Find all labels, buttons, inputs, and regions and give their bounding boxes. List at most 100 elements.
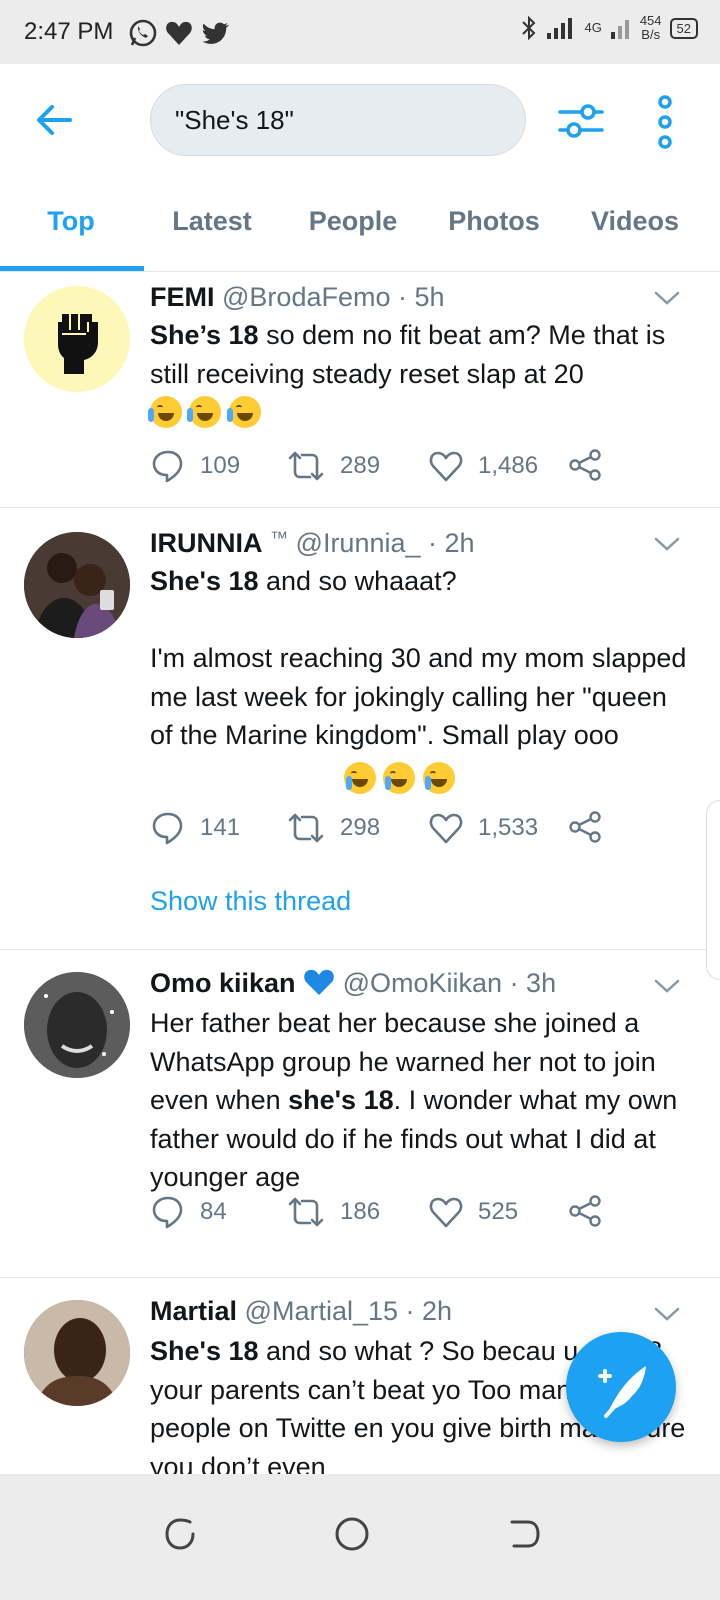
compose-feather-icon [598,1366,646,1418]
retweet-button[interactable]: 186 [286,1194,380,1230]
chevron-down-icon[interactable] [654,1306,680,1322]
reply-icon [152,450,183,483]
author-handle[interactable]: @Irunnia_ [296,528,421,558]
profile-photo-icon [24,972,130,1078]
network-speed: 454 B/s [640,14,662,42]
network-speed-value: 454 [639,13,662,28]
tab-latest[interactable]: Latest [142,184,282,272]
status-app-icons [128,18,230,48]
reply-count: 84 [200,1198,227,1225]
more-vertical-icon [658,95,672,149]
avatar[interactable] [24,972,130,1078]
tweet-time: · 2h [405,1296,453,1326]
author-handle[interactable]: @OmoKiikan [343,968,502,998]
highlight-text: She's 18 [150,1336,259,1366]
avatar[interactable] [24,532,130,638]
profile-photo-icon [24,532,130,638]
author-handle[interactable]: @Martial_15 [245,1296,398,1326]
retweet-icon [288,813,324,843]
share-icon [569,811,601,843]
search-tabs: Top Latest People Photos Videos [0,184,720,272]
retweet-button[interactable]: 289 [286,448,380,484]
retweet-icon [288,1197,324,1227]
search-input[interactable]: "She's 18" [150,84,526,156]
crying-emoji-icon [422,762,455,794]
home-circle-icon [335,1517,369,1551]
like-button[interactable]: 1,486 [428,448,538,484]
author-name[interactable]: Omo kiikan [150,968,296,998]
tab-photos[interactable]: Photos [424,184,564,272]
reply-button[interactable]: 109 [150,448,240,484]
tweet-header: IRUNNIA ™ @Irunnia_ · 2h [150,528,475,559]
status-time: 2:47 PM [24,18,114,45]
compose-tweet-button[interactable] [566,1332,676,1442]
profile-photo-icon [24,1300,130,1406]
tweet[interactable]: IRUNNIA ™ @Irunnia_ · 2h She's 18 and so… [0,508,720,950]
heart-outline-icon [429,1197,463,1228]
share-button[interactable] [568,1194,602,1228]
highlight-text: She's 18 [150,566,259,596]
avatar[interactable] [24,286,130,392]
tab-people[interactable]: People [282,184,424,272]
author-name[interactable]: FEMI [150,282,215,312]
whatsapp-icon [129,19,157,47]
tweet-actions: 109 289 1,486 [150,448,620,488]
retweet-button[interactable]: 298 [286,810,380,846]
signal-icon [547,18,573,39]
trademark-symbol: ™ [270,528,289,548]
search-filter-button[interactable] [556,96,606,146]
tab-videos[interactable]: Videos [564,184,706,272]
tweet-time: · 2h [428,528,475,558]
author-handle[interactable]: @BrodaFemo [222,282,390,312]
twitter-icon [202,22,229,44]
tweet[interactable]: FEMI @BrodaFemo · 5h She’s 18 so dem no … [0,272,720,508]
like-count: 1,486 [478,452,539,479]
status-bar: 2:47 PM 4G 454 B/s 52 [0,0,720,64]
emoji-row [148,396,264,429]
back-nav-button[interactable] [494,1504,554,1564]
status-indicators: 4G 454 B/s 52 [520,14,698,42]
more-options-button[interactable] [650,94,680,150]
recent-apps-button[interactable] [150,1504,210,1564]
tweet-header: Omo kiikan @OmoKiikan · 3h [150,968,556,999]
like-count: 525 [478,1198,519,1225]
like-count: 1,533 [478,814,539,841]
heart-outline-icon [429,813,463,844]
reply-icon [152,1196,183,1229]
scrollbar[interactable] [706,800,720,980]
system-navigation-bar [0,1474,720,1600]
heart-icon [166,21,192,45]
reply-button[interactable]: 141 [150,810,240,846]
like-button[interactable]: 525 [428,1194,518,1230]
tweet-time: · 3h [509,968,557,998]
like-button[interactable]: 1,533 [428,810,538,846]
tweet-header: FEMI @BrodaFemo · 5h [150,282,445,313]
battery-indicator: 52 [669,17,698,39]
show-thread-link[interactable]: Show this thread [150,886,351,917]
highlight-text: she's 18 [288,1085,394,1115]
share-button[interactable] [568,810,602,844]
tweet-feed[interactable]: FEMI @BrodaFemo · 5h She’s 18 so dem no … [0,272,720,1502]
reply-count: 141 [200,814,241,841]
share-icon [569,1195,601,1227]
tweet-actions: 141 298 1,533 [150,810,620,850]
tweet[interactable]: Omo kiikan @OmoKiikan · 3h Her father be… [0,950,720,1278]
laughing-emoji-icon [187,396,222,428]
back-button[interactable] [30,96,78,144]
tab-top[interactable]: Top [0,184,142,272]
avatar[interactable] [24,1300,130,1406]
home-button[interactable] [322,1504,382,1564]
reply-button[interactable]: 84 [150,1194,227,1230]
chevron-down-icon[interactable] [654,290,680,306]
author-name[interactable]: Martial [150,1296,237,1326]
tweet-text: She's 18 and so whaaat? I'm almost reach… [150,562,690,755]
laughing-emoji-icon [226,396,261,428]
chevron-down-icon[interactable] [654,978,680,994]
highlight-text: She’s 18 [150,320,259,350]
chevron-down-icon[interactable] [654,536,680,552]
bluetooth-icon [522,15,536,41]
tweet-actions: 84 186 525 [150,1194,620,1234]
author-name[interactable]: IRUNNIA [150,528,263,558]
share-button[interactable] [568,448,602,482]
heart-outline-icon [429,451,463,482]
